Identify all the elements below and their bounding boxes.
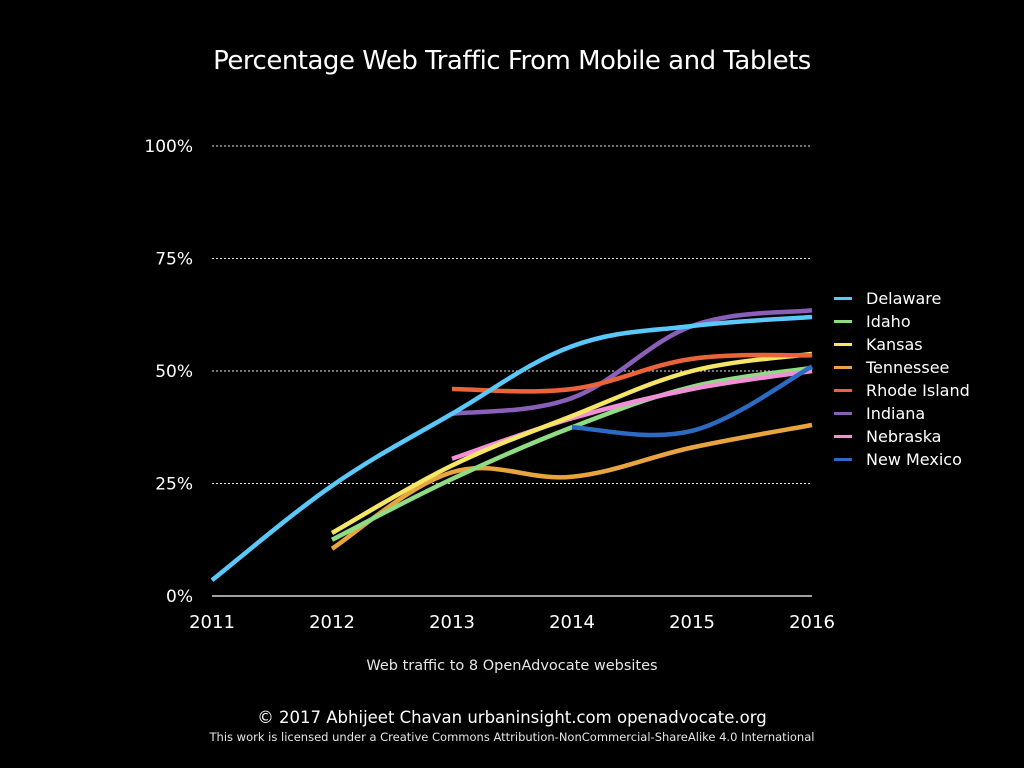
legend: Delaware Idaho Kansas Tennessee Rhode Island… — [834, 287, 970, 471]
x-tick-label: 2013 — [429, 612, 475, 633]
legend-item-nebraska: Nebraska — [834, 425, 970, 448]
license-notice: This work is licensed under a Creative C… — [209, 730, 815, 744]
series-line-nebraska — [451, 368, 813, 461]
y-tick-label: 25% — [155, 475, 193, 495]
series-line-idaho — [330, 365, 813, 542]
legend-swatch — [834, 389, 852, 392]
legend-label: New Mexico — [866, 450, 962, 469]
x-tick-label: 2016 — [789, 612, 835, 633]
y-tick-label: 0% — [166, 587, 193, 607]
legend-swatch — [834, 343, 852, 346]
legend-item-tennessee: Tennessee — [834, 356, 970, 379]
legend-swatch — [834, 458, 852, 461]
legend-label: Kansas — [866, 335, 923, 354]
legend-item-new-mexico: New Mexico — [834, 448, 970, 471]
y-tick-label: 100% — [144, 137, 193, 157]
copyright-credit: © 2017 Abhijeet Chavan urbaninsight.com … — [257, 708, 767, 727]
y-tick-label: 75% — [155, 250, 193, 270]
x-tick-label: 2011 — [189, 612, 235, 633]
legend-label: Idaho — [866, 312, 911, 331]
legend-swatch — [834, 412, 852, 415]
legend-swatch — [834, 320, 852, 323]
legend-item-rhode-island: Rhode Island — [834, 379, 970, 402]
legend-item-indiana: Indiana — [834, 402, 970, 425]
legend-swatch — [834, 297, 852, 300]
x-tick-label: 2012 — [309, 612, 355, 633]
y-tick-label: 50% — [155, 362, 193, 382]
legend-swatch — [834, 435, 852, 438]
legend-swatch — [834, 366, 852, 369]
legend-label: Indiana — [866, 404, 926, 423]
legend-label: Tennessee — [866, 358, 950, 377]
x-axis-caption: Web traffic to 8 OpenAdvocate websites — [366, 658, 658, 674]
legend-item-delaware: Delaware — [834, 287, 970, 310]
legend-item-idaho: Idaho — [834, 310, 970, 333]
x-tick-label: 2014 — [549, 612, 595, 633]
legend-label: Nebraska — [866, 427, 942, 446]
legend-item-kansas: Kansas — [834, 333, 970, 356]
legend-label: Rhode Island — [866, 381, 970, 400]
legend-label: Delaware — [866, 289, 942, 308]
x-tick-label: 2015 — [669, 612, 715, 633]
